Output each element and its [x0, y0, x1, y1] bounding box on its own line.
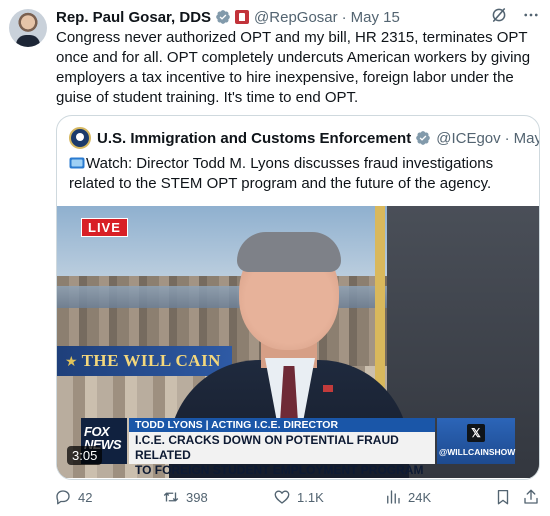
grok-icon[interactable] [490, 6, 508, 24]
post-header: Rep. Paul Gosar, DDS @RepGosar · May 15 [56, 6, 400, 28]
video-duration: 3:05 [67, 446, 103, 465]
headline-line-1: I.C.E. CRACKS DOWN ON POTENTIAL FRAUD RE… [135, 433, 399, 462]
lower-third-headline: I.C.E. CRACKS DOWN ON POTENTIAL FRAUD RE… [129, 432, 435, 477]
repost-icon [163, 492, 179, 502]
verified-badge-icon [416, 131, 431, 145]
like-button[interactable]: 1.1K [273, 488, 324, 506]
share-button[interactable] [522, 488, 546, 506]
quoted-post-text: Watch: Director Todd M. Lyons discusses … [69, 154, 529, 194]
quoted-post-header: U.S. Immigration and Customs Enforcement… [69, 126, 540, 150]
repost-count: 398 [186, 489, 208, 505]
like-icon [274, 490, 290, 504]
like-count: 1.1K [297, 489, 324, 505]
quoted-author-handle: @ICEgov [436, 129, 501, 147]
author-name[interactable]: Rep. Paul Gosar, DDS [56, 9, 211, 26]
post-action-bar: 42 398 1.1K 24K [54, 488, 540, 508]
repost-button[interactable]: 398 [162, 488, 208, 506]
views-icon [387, 490, 400, 504]
post-text: Congress never authorized OPT and my bil… [56, 29, 531, 106]
government-badge-icon [235, 10, 250, 24]
separator-dot: · [504, 129, 510, 147]
tv-icon [69, 157, 85, 169]
news-lower-third: FOX NEWS TODD LYONS | ACTING I.C.E. DIRE… [81, 418, 515, 477]
live-badge: LIVE [81, 218, 128, 237]
view-count: 24K [408, 489, 432, 505]
views-button[interactable]: 24K [384, 488, 431, 506]
star-icon: ★ [65, 352, 78, 369]
quoted-author-avatar[interactable] [69, 127, 91, 149]
reply-count: 42 [78, 489, 93, 505]
quoted-post[interactable]: U.S. Immigration and Customs Enforcement… [56, 115, 540, 480]
share-icon [524, 489, 538, 504]
show-social-handle: @WILLCAINSHOW [439, 447, 516, 457]
x-logo-icon: 𝕏 [467, 424, 485, 442]
post-top-actions [490, 6, 540, 24]
bookmark-icon [497, 489, 509, 505]
social-handle-box: 𝕏 @WILLCAINSHOW [437, 418, 515, 464]
reply-button[interactable]: 42 [54, 488, 92, 506]
post-date[interactable]: May 15 [351, 9, 400, 26]
verified-badge-icon[interactable] [215, 9, 231, 25]
quoted-post-body: Watch: Director Todd M. Lyons discusses … [69, 155, 494, 192]
separator-dot: · [341, 8, 347, 26]
lower-third-name: TODD LYONS | ACTING I.C.E. DIRECTOR [129, 418, 435, 432]
quoted-post-date: May 13 [513, 129, 540, 147]
video-player[interactable]: ★ THE WILL CAIN LIVE FOX NEWS TODD LYONS… [57, 206, 539, 478]
bookmark-button[interactable] [494, 488, 518, 506]
author-handle[interactable]: @RepGosar [254, 9, 338, 26]
quoted-author-name[interactable]: U.S. Immigration and Customs Enforcement [97, 130, 411, 147]
headline-line-2: TO FOREIGN STUDENT EMPLOYMENT PROGRAM [135, 463, 424, 477]
more-icon[interactable] [522, 6, 540, 24]
reply-icon [56, 490, 70, 505]
author-avatar[interactable] [9, 9, 47, 47]
